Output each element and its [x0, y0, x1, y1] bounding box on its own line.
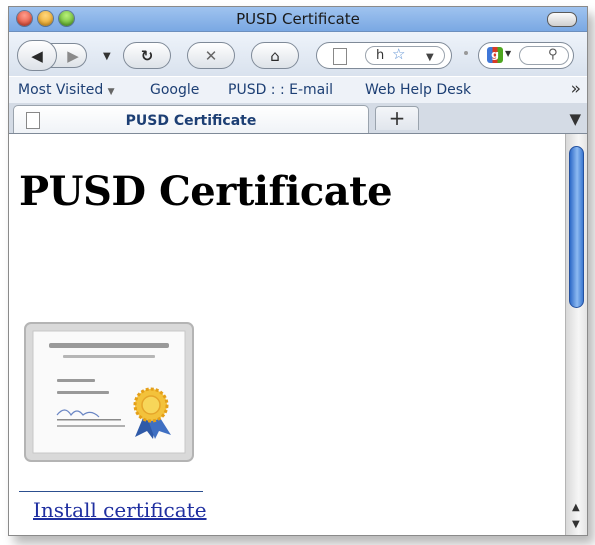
new-tab-button[interactable]: +	[375, 106, 419, 130]
separator-dot	[464, 51, 468, 55]
forward-arrow-icon: ▶	[67, 46, 79, 65]
url-bar[interactable]: h ☆ ▼	[316, 42, 452, 69]
bookmark-star-icon[interactable]: ☆	[392, 46, 405, 63]
vertical-scrollbar[interactable]: ▲ ▼	[565, 134, 587, 535]
bookmarks-overflow-icon[interactable]: »	[571, 79, 581, 99]
url-input[interactable]: h ☆ ▼	[365, 46, 445, 65]
reload-icon: ↻	[140, 46, 154, 65]
url-text: h	[376, 48, 385, 63]
reload-button[interactable]: ↻	[123, 42, 171, 69]
list-all-tabs-icon[interactable]: ▼	[569, 110, 581, 128]
stop-icon: ✕	[204, 46, 218, 65]
toolbar-toggle-button[interactable]	[547, 12, 577, 27]
bookmark-most-visited[interactable]: Most Visited ▼	[18, 82, 115, 98]
tab-strip: PUSD Certificate + ▼	[9, 103, 587, 134]
scroll-down-icon[interactable]: ▼	[572, 519, 580, 530]
chevron-down-icon: ▼	[107, 87, 115, 97]
bookmarks-toolbar: Most Visited ▼ Google PUSD : : E-mail We…	[9, 77, 587, 103]
magnifier-icon[interactable]: ⚲	[548, 47, 558, 62]
url-dropdown-icon[interactable]: ▼	[426, 49, 434, 66]
page-content: PUSD Certificate Install certificate	[9, 134, 565, 535]
title-bar[interactable]: PUSD Certificate	[9, 7, 587, 32]
divider	[19, 491, 203, 492]
window-title: PUSD Certificate	[236, 10, 360, 28]
bookmark-google[interactable]: Google	[150, 82, 199, 98]
bookmark-pusd-email[interactable]: PUSD : : E-mail	[228, 82, 333, 98]
search-engine-dropdown-icon[interactable]: ▼	[505, 49, 511, 58]
certificate-icon	[24, 322, 194, 462]
home-icon: ⌂	[270, 46, 280, 65]
tab-label: PUSD Certificate	[125, 113, 257, 129]
scrollbar-thumb[interactable]	[569, 146, 584, 308]
home-button[interactable]: ⌂	[251, 42, 299, 69]
history-dropdown-icon[interactable]: ▼	[103, 51, 111, 62]
stop-button[interactable]: ✕	[187, 42, 235, 69]
bookmark-web-help-desk[interactable]: Web Help Desk	[365, 82, 471, 98]
search-bar[interactable]: g ▼ ⚲	[478, 42, 574, 69]
navigation-toolbar: ◀ ▶ ▼ ↻ ✕ ⌂ h ☆ ▼ g ▼ ⚲	[9, 32, 587, 76]
google-icon[interactable]: g	[487, 47, 503, 63]
install-certificate-link[interactable]: Install certificate	[33, 498, 207, 522]
tab-pusd-certificate[interactable]: PUSD Certificate	[13, 105, 369, 133]
search-input[interactable]: ⚲	[519, 46, 569, 65]
scroll-up-icon[interactable]: ▲	[572, 502, 580, 513]
page-icon	[333, 48, 347, 65]
page-title: PUSD Certificate	[19, 168, 393, 215]
browser-window: PUSD Certificate ◀ ▶ ▼ ↻ ✕ ⌂ h ☆ ▼ g ▼ ⚲…	[8, 6, 588, 536]
back-button[interactable]: ◀	[17, 40, 57, 71]
back-arrow-icon: ◀	[31, 46, 43, 65]
